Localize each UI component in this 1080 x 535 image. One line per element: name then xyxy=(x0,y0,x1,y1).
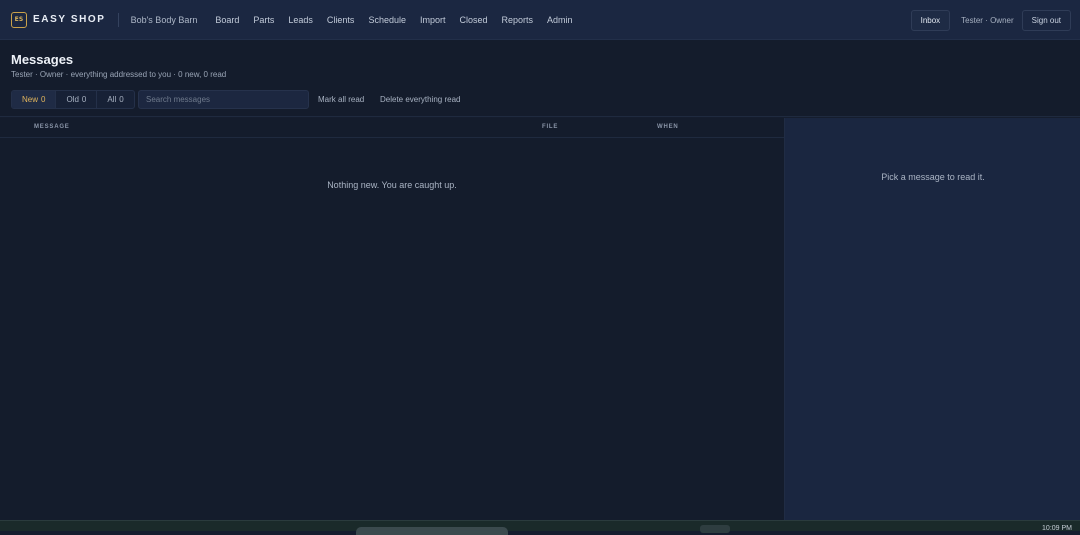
top-navigation-bar: ES EASY SHOP Bob's Body Barn Board Parts… xyxy=(0,0,1080,40)
tab-all[interactable]: All 0 xyxy=(97,91,133,108)
column-header-file[interactable]: FILE xyxy=(542,118,558,137)
tab-new[interactable]: New 0 xyxy=(12,91,57,108)
brand-divider xyxy=(117,12,119,27)
page-header: Messages Tester · Owner · everything add… xyxy=(0,40,1080,117)
nav-item-leads[interactable]: Leads xyxy=(283,0,318,40)
os-taskbar: 10:09 PM xyxy=(0,520,1080,535)
main-nav: Board Parts Leads Clients Schedule Impor… xyxy=(210,0,581,40)
logo-icon: ES xyxy=(11,11,27,28)
taskbar-window-button[interactable] xyxy=(356,527,508,535)
message-detail-pane: Pick a message to read it. xyxy=(784,118,1080,520)
empty-state-message: Nothing new. You are caught up. xyxy=(327,180,457,190)
tab-all-label: All xyxy=(107,95,117,104)
nav-item-schedule[interactable]: Schedule xyxy=(363,0,411,40)
tab-old-count: 0 xyxy=(81,95,87,104)
tab-old[interactable]: Old 0 xyxy=(56,91,98,108)
shop-name: Bob's Body Barn xyxy=(130,14,198,25)
mark-all-read-button[interactable]: Mark all read xyxy=(318,90,364,109)
page-title: Messages xyxy=(11,52,74,67)
page-subtitle: Tester · Owner · everything addressed to… xyxy=(11,70,227,79)
top-right-controls: Inbox Tester · Owner Sign out xyxy=(910,0,1071,40)
tab-old-label: Old xyxy=(66,95,79,104)
taskbar-app-icon[interactable] xyxy=(700,525,730,533)
nav-item-clients[interactable]: Clients xyxy=(322,0,360,40)
sign-out-button[interactable]: Sign out xyxy=(1021,9,1071,31)
nav-item-admin[interactable]: Admin xyxy=(542,0,578,40)
inbox-button[interactable]: Inbox xyxy=(910,9,951,31)
message-list: MESSAGE FILE WHEN Nothing new. You are c… xyxy=(0,118,784,520)
column-header-when[interactable]: WHEN xyxy=(657,118,679,137)
nav-item-parts[interactable]: Parts xyxy=(248,0,279,40)
search-input[interactable] xyxy=(138,90,309,109)
tab-new-count: 0 xyxy=(41,95,46,104)
nav-item-import[interactable]: Import xyxy=(415,0,451,40)
brand-name: EASY SHOP xyxy=(33,14,106,25)
delete-read-button[interactable]: Delete everything read xyxy=(380,90,461,109)
nav-item-closed[interactable]: Closed xyxy=(454,0,492,40)
brand[interactable]: ES EASY SHOP xyxy=(11,11,106,28)
column-header-message[interactable]: MESSAGE xyxy=(34,118,70,137)
current-user-label: Tester · Owner xyxy=(961,15,1014,25)
table-header: MESSAGE FILE WHEN xyxy=(0,118,784,138)
tab-all-count: 0 xyxy=(119,95,124,104)
filter-tabs: New 0 Old 0 All 0 xyxy=(11,90,135,109)
nav-item-board[interactable]: Board xyxy=(210,0,244,40)
tab-new-label: New xyxy=(22,95,39,104)
detail-empty-state: Pick a message to read it. xyxy=(881,172,985,182)
nav-item-reports[interactable]: Reports xyxy=(497,0,539,40)
